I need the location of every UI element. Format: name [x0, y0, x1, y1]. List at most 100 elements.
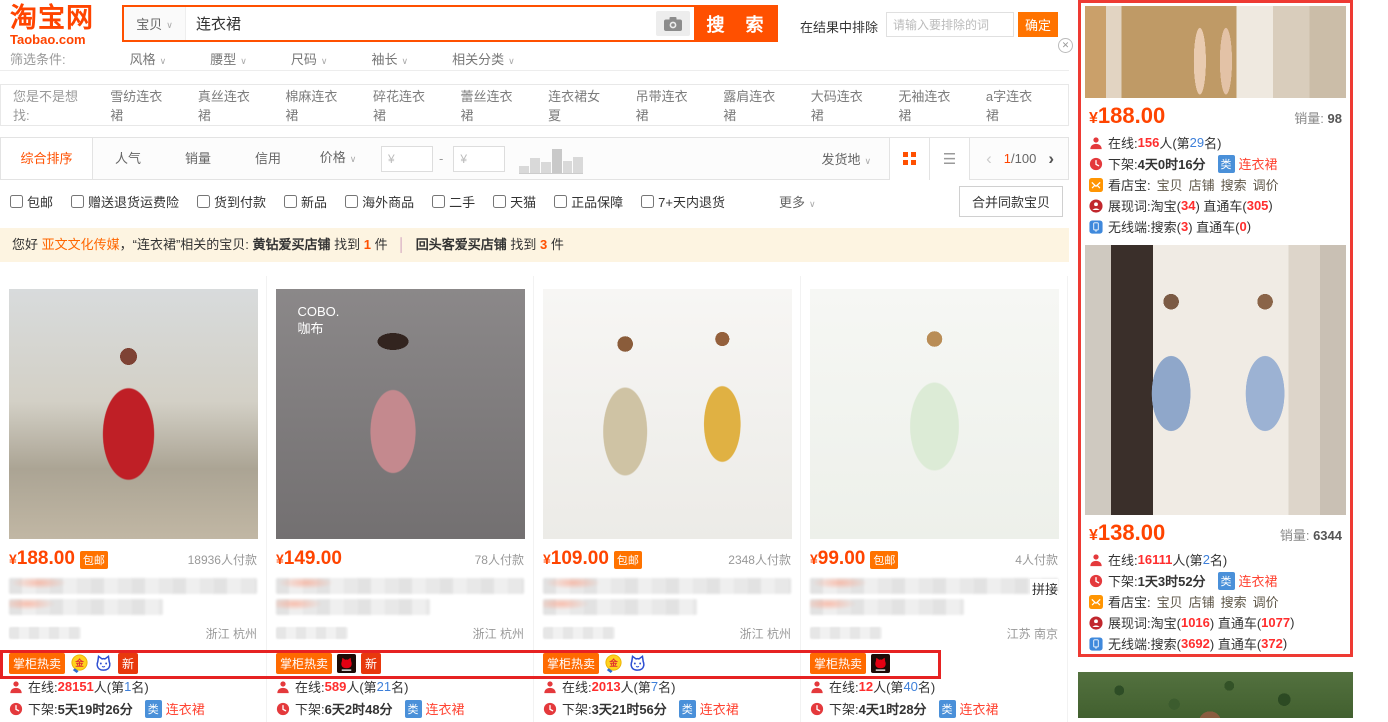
product-title-censored[interactable] — [9, 578, 257, 618]
suggestion-link[interactable]: 无袖连衣裙 — [898, 86, 960, 124]
filter-overseas[interactable]: 海外商品 — [345, 192, 414, 211]
tool-link-item[interactable]: 宝贝 — [1157, 592, 1183, 611]
suggestion-link[interactable]: 大码连衣裙 — [811, 86, 873, 124]
category-link[interactable]: 连衣裙 — [700, 699, 739, 718]
tool-link-price[interactable]: 调价 — [1253, 592, 1279, 611]
filter-cod[interactable]: 货到付款 — [197, 192, 266, 211]
clock-icon — [810, 702, 824, 716]
exclude-input[interactable] — [886, 12, 1014, 37]
category-link[interactable]: 连衣裙 — [426, 699, 465, 718]
filter-authentic[interactable]: 正品保障 — [554, 192, 623, 211]
grid-view-button[interactable] — [890, 138, 930, 180]
sort-tab-credit[interactable]: 信用 — [233, 138, 303, 179]
suggestion-link[interactable]: 真丝连衣裙 — [198, 86, 260, 124]
currency-symbol: ¥ — [810, 551, 818, 567]
filter-related-category[interactable]: 相关分类 — [452, 49, 515, 68]
sort-tab-price[interactable]: 价格 — [303, 137, 373, 180]
checkbox[interactable] — [197, 195, 210, 208]
search-button[interactable]: 搜 索 — [694, 7, 776, 40]
suggestion-link[interactable]: a字连衣裙 — [986, 86, 1042, 124]
product-image[interactable] — [1085, 245, 1346, 515]
product-title-censored[interactable] — [543, 578, 791, 618]
search-input[interactable] — [186, 7, 652, 40]
checkbox[interactable] — [71, 195, 84, 208]
product-title-censored[interactable] — [276, 578, 524, 618]
exclude-confirm-button[interactable]: 确定 — [1018, 12, 1058, 37]
next-page-icon[interactable] — [1048, 149, 1054, 169]
checkbox[interactable] — [554, 195, 567, 208]
category-link[interactable]: 连衣裙 — [1239, 571, 1278, 590]
product-grid: ¥ 188.00 包邮 18936人付款 浙江 杭州 掌柜热卖 金 — [0, 276, 1070, 722]
filter-style[interactable]: 风格 — [130, 49, 167, 68]
checkbox[interactable] — [493, 195, 506, 208]
chevron-down-icon — [861, 152, 872, 167]
tool-link-item[interactable]: 宝贝 — [1157, 175, 1183, 194]
product-image[interactable] — [543, 289, 792, 539]
prev-page-icon[interactable] — [986, 149, 992, 169]
shop-name-link[interactable]: 亚文文化传媒 — [42, 237, 120, 252]
free-shipping-badge: 包邮 — [80, 551, 108, 569]
checkbox[interactable] — [641, 195, 654, 208]
tmall-cat-icon — [871, 654, 890, 673]
filter-secondhand[interactable]: 二手 — [432, 192, 475, 211]
suggestion-link[interactable]: 吊带连衣裙 — [636, 86, 698, 124]
filter-size[interactable]: 尺码 — [291, 49, 328, 68]
product-title-censored[interactable]: 拼接 — [810, 578, 1058, 618]
checkbox[interactable] — [432, 195, 445, 208]
price-max-input[interactable] — [453, 146, 505, 172]
view-toggle — [889, 138, 970, 180]
filter-tmall[interactable]: 天猫 — [493, 192, 536, 211]
checkbox[interactable] — [10, 195, 23, 208]
tool-link-price[interactable]: 调价 — [1253, 175, 1279, 194]
price-min-input[interactable] — [381, 146, 433, 172]
category-link[interactable]: 连衣裙 — [960, 699, 999, 718]
sort-tab-popularity[interactable]: 人气 — [93, 138, 163, 179]
product-image[interactable]: COBO. 咖布 — [276, 289, 525, 539]
shop-tool-links: 看店宝: 宝贝 店铺 搜索 调价 — [1081, 174, 1350, 195]
filter-waist[interactable]: 腰型 — [210, 49, 247, 68]
category-badge: 类 — [939, 700, 956, 718]
tool-link-shop[interactable]: 店铺 — [1189, 592, 1215, 611]
product-image[interactable] — [810, 289, 1059, 539]
tool-link-search[interactable]: 搜索 — [1221, 175, 1247, 194]
search-category-dropdown[interactable]: 宝贝 — [124, 7, 186, 40]
merge-same-items-button[interactable]: 合并同款宝贝 — [959, 186, 1063, 217]
product-image[interactable] — [9, 289, 258, 539]
product-image[interactable] — [1085, 6, 1346, 98]
filter-7day-return[interactable]: 7+天内退货 — [641, 192, 725, 211]
filter-return-insurance[interactable]: 赠送退货运费险 — [71, 192, 179, 211]
tool-link-shop[interactable]: 店铺 — [1189, 175, 1215, 194]
next-product-image[interactable] — [1078, 672, 1353, 718]
category-link[interactable]: 连衣裙 — [1239, 154, 1278, 173]
taobao-logo[interactable]: 淘宝网 Taobao.com — [10, 4, 118, 47]
filter-sleeve[interactable]: 袖长 — [371, 49, 408, 68]
suggestion-link[interactable]: 碎花连衣裙 — [373, 86, 435, 124]
pay-count: 2348人付款 — [728, 551, 791, 568]
checkbox[interactable] — [284, 195, 297, 208]
currency-symbol: ¥ — [1089, 527, 1098, 545]
more-filters-dropdown[interactable]: 更多 — [779, 192, 816, 211]
offline-stat: 下架:4天0时16分 类连衣裙 — [1081, 153, 1350, 174]
title-visible-fragment: 拼接 — [1030, 579, 1058, 598]
online-stat: 在线:589人(第21名) — [267, 677, 533, 696]
hot-sale-badge: 掌柜热卖 — [810, 653, 866, 674]
tool-link-search[interactable]: 搜索 — [1221, 592, 1247, 611]
suggestion-link[interactable]: 蕾丝连衣裙 — [461, 86, 523, 124]
sort-tab-default[interactable]: 综合排序 — [1, 138, 93, 179]
suggestion-link[interactable]: 雪纺连衣裙 — [110, 86, 172, 124]
suggestion-link[interactable]: 连衣裙女夏 — [548, 86, 610, 124]
list-view-button[interactable] — [930, 138, 970, 180]
image-search-button[interactable] — [656, 11, 690, 36]
product-price: 188.00 — [1098, 103, 1165, 129]
suggestion-link[interactable]: 棉麻连衣裙 — [285, 86, 347, 124]
sort-tab-sales[interactable]: 销量 — [163, 138, 233, 179]
shipping-location-dropdown[interactable]: 发货地 — [822, 149, 872, 168]
online-stat: 在线:12人(第40名) — [801, 677, 1067, 696]
blue-cat-icon — [628, 654, 647, 673]
suggestion-link[interactable]: 露肩连衣裙 — [723, 86, 785, 124]
filter-new-item[interactable]: 新品 — [284, 192, 327, 211]
price-histogram[interactable] — [519, 144, 583, 174]
filter-free-shipping[interactable]: 包邮 — [10, 192, 53, 211]
category-link[interactable]: 连衣裙 — [166, 699, 205, 718]
checkbox[interactable] — [345, 195, 358, 208]
